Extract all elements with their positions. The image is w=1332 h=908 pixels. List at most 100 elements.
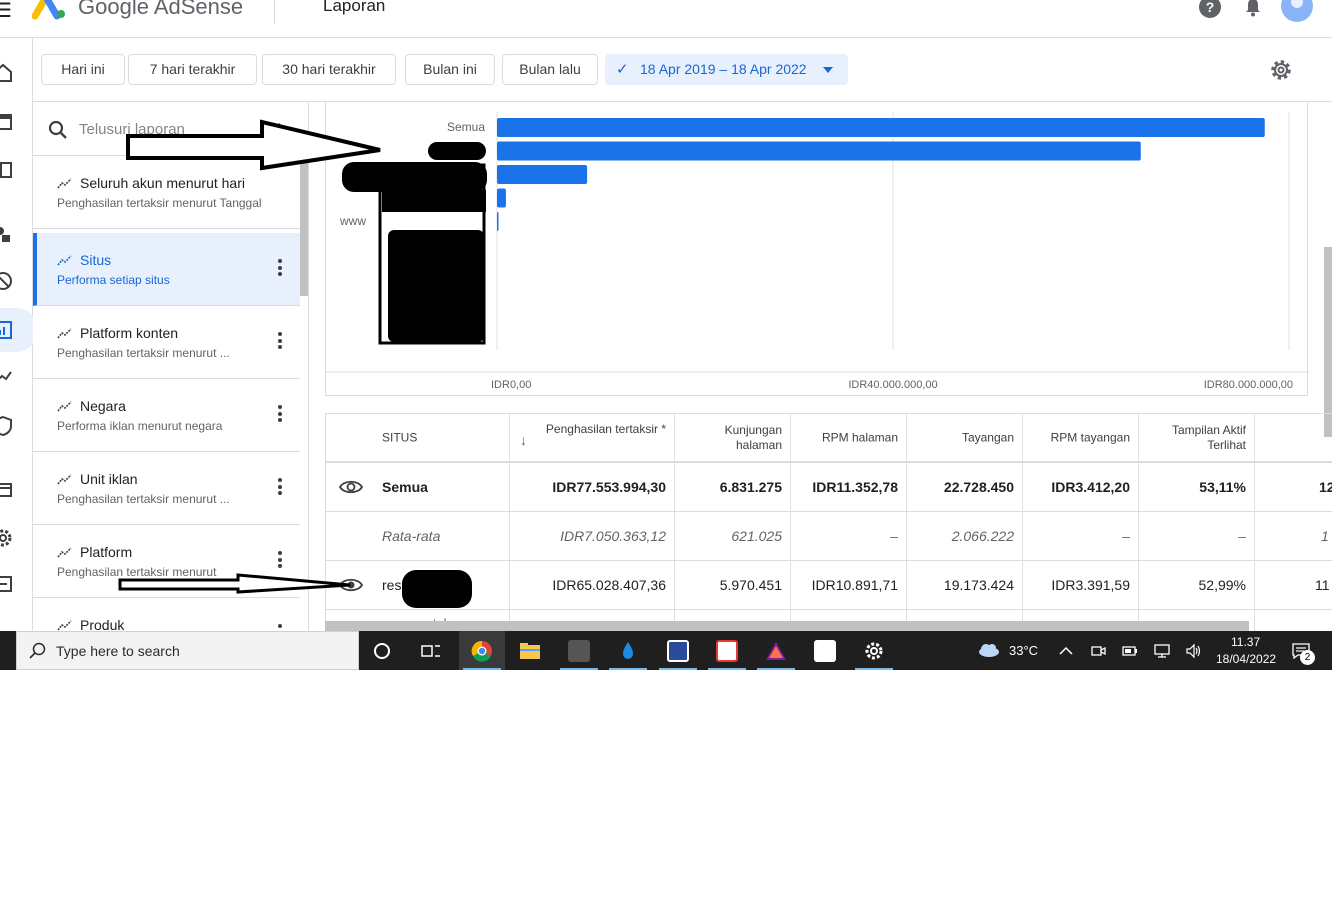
taskbar-app-game[interactable]	[556, 631, 602, 670]
battery-icon[interactable]	[1122, 643, 1138, 659]
more-options-icon[interactable]	[273, 405, 287, 425]
folder-icon	[520, 643, 540, 659]
volume-icon[interactable]	[1186, 643, 1202, 659]
cell-overflow: 11	[1315, 577, 1330, 593]
eye-icon[interactable]	[339, 577, 363, 593]
report-table: SITUS ↓ Penghasilan tertaksir * Kunjunga…	[325, 413, 1332, 631]
report-item[interactable]: Platform Penghasilan tertaksir menurut	[33, 525, 300, 598]
nox-icon	[623, 642, 633, 659]
taskbar-search[interactable]: Type here to search	[16, 631, 359, 670]
taskbar-app-tradingview[interactable]	[802, 631, 848, 670]
chart-bar[interactable]	[497, 165, 588, 184]
cortana-button[interactable]	[359, 631, 405, 670]
col-header-earnings[interactable]: ↓ Penghasilan tertaksir *	[510, 414, 675, 461]
account-avatar[interactable]	[1281, 0, 1313, 22]
taskbar-app-settings[interactable]	[851, 631, 897, 670]
feedback-icon[interactable]	[0, 573, 14, 595]
cell-impression-rpm: –	[1023, 512, 1139, 560]
report-list-scrollbar[interactable]	[300, 156, 308, 296]
running-indicator	[659, 668, 697, 670]
date-range-picker[interactable]: ✓ 18 Apr 2019 – 18 Apr 2022	[605, 54, 848, 85]
chart-bar[interactable]	[497, 188, 506, 208]
table-scrollbar[interactable]	[325, 621, 1249, 631]
report-item[interactable]: Platform konten Penghasilan tertaksir me…	[33, 306, 300, 379]
more-options-icon[interactable]	[273, 478, 287, 498]
date-filter-bar: Hari ini 7 hari terakhir 30 hari terakhi…	[33, 38, 1332, 102]
col-header-active-view[interactable]: Tampilan Aktif Terlihat	[1139, 414, 1255, 461]
taskbar-date[interactable]: 18/04/2022	[1216, 652, 1276, 666]
report-item[interactable]: Seluruh akun menurut hari Penghasilan te…	[33, 156, 300, 229]
help-icon[interactable]: ?	[1199, 0, 1221, 18]
more-options-icon[interactable]	[273, 551, 287, 571]
row-name-cell: Semua	[326, 463, 510, 511]
gear-icon[interactable]	[1269, 58, 1293, 82]
caret-down-icon	[823, 67, 833, 73]
main-scrollbar[interactable]	[1324, 247, 1332, 437]
add-report-icon[interactable]: +	[273, 116, 286, 142]
sort-desc-icon: ↓	[520, 432, 527, 448]
brand-safety-icon[interactable]	[0, 415, 14, 437]
taskbar-app-nox[interactable]	[605, 631, 651, 670]
report-trend-icon	[57, 620, 72, 631]
chip-last-month[interactable]: Bulan lalu	[502, 54, 598, 85]
taskbar-app-pj[interactable]	[655, 631, 701, 670]
col-header-page-rpm[interactable]: RPM halaman	[791, 414, 907, 461]
cell-impression-rpm: IDR3.391,59	[1023, 561, 1139, 609]
report-item[interactable]: Negara Performa iklan menurut negara	[33, 379, 300, 452]
taskbar-time[interactable]: 11.37	[1231, 635, 1260, 649]
adsense-logo-icon	[32, 0, 65, 20]
more-options-icon[interactable]	[273, 624, 287, 631]
report-search-input[interactable]	[79, 116, 269, 142]
chart-tick-label: IDR40.000.000,00	[848, 379, 937, 391]
chart-bar[interactable]	[497, 141, 1141, 161]
task-view-icon	[421, 645, 440, 657]
chart-bar[interactable]	[497, 118, 1265, 137]
eye-icon[interactable]	[339, 479, 363, 495]
taskbar-app-chrome[interactable]	[459, 631, 505, 670]
taskbar-app-hpx[interactable]	[704, 631, 750, 670]
optimization-icon[interactable]	[0, 366, 14, 388]
report-item-selected[interactable]: Situs Performa setiap situs	[33, 233, 300, 306]
settings-icon[interactable]	[0, 527, 14, 549]
privacy-icon[interactable]	[0, 270, 14, 292]
chip-this-month[interactable]: Bulan ini	[405, 54, 495, 85]
sites-icon[interactable]	[0, 111, 14, 133]
blocking-controls-icon[interactable]	[0, 223, 14, 245]
chip-last-7-days[interactable]: 7 hari terakhir	[128, 54, 257, 85]
taskbar-app-explorer[interactable]	[507, 631, 553, 670]
col-header-site[interactable]: SITUS	[326, 414, 510, 461]
report-trend-icon	[57, 328, 72, 339]
chip-last-30-days[interactable]: 30 hari terakhir	[262, 54, 396, 85]
report-item[interactable]: Unit iklan Penghasilan tertaksir menurut…	[33, 452, 300, 525]
task-view-button[interactable]	[408, 631, 454, 670]
chevron-up-icon[interactable]	[1058, 643, 1074, 659]
table-row: res IDR65.028.407,36 5.970.451 IDR10.891…	[326, 561, 1332, 610]
start-button[interactable]	[0, 631, 16, 670]
cloud-icon[interactable]	[977, 642, 1001, 658]
report-item[interactable]: Produk	[33, 598, 300, 631]
cell-page-rpm: IDR10.891,71	[791, 561, 907, 609]
taskbar-app-affinity[interactable]	[753, 631, 799, 670]
col-header-pageviews[interactable]: Kunjungan halaman	[675, 414, 791, 461]
weather-temperature[interactable]: 33°C	[1009, 643, 1038, 658]
pj-app-icon	[667, 640, 689, 662]
report-item-subtitle: Performa iklan menurut negara	[57, 419, 223, 433]
menu-icon[interactable]: ☰	[0, 0, 12, 23]
chrome-icon	[471, 640, 492, 662]
more-options-icon[interactable]	[273, 332, 287, 352]
chart-category-label: Semua	[447, 120, 485, 134]
notification-count-badge: 2	[1300, 650, 1315, 665]
ads-icon[interactable]	[0, 159, 14, 181]
network-icon[interactable]	[1154, 643, 1170, 659]
payments-icon[interactable]	[0, 479, 14, 501]
chip-today[interactable]: Hari ini	[41, 54, 125, 85]
col-header-impression-rpm[interactable]: RPM tayangan	[1023, 414, 1139, 461]
report-item-subtitle: Penghasilan tertaksir menurut	[57, 565, 217, 579]
home-icon[interactable]	[0, 62, 14, 84]
more-options-icon[interactable]	[273, 259, 287, 279]
col-header-impressions[interactable]: Tayangan	[907, 414, 1023, 461]
chart-bar[interactable]	[497, 212, 499, 231]
table-row-average: Rata-rata IDR7.050.363,12 621.025 – 2.06…	[326, 512, 1332, 561]
notifications-icon[interactable]	[1243, 0, 1263, 17]
meet-now-icon[interactable]	[1090, 643, 1106, 659]
